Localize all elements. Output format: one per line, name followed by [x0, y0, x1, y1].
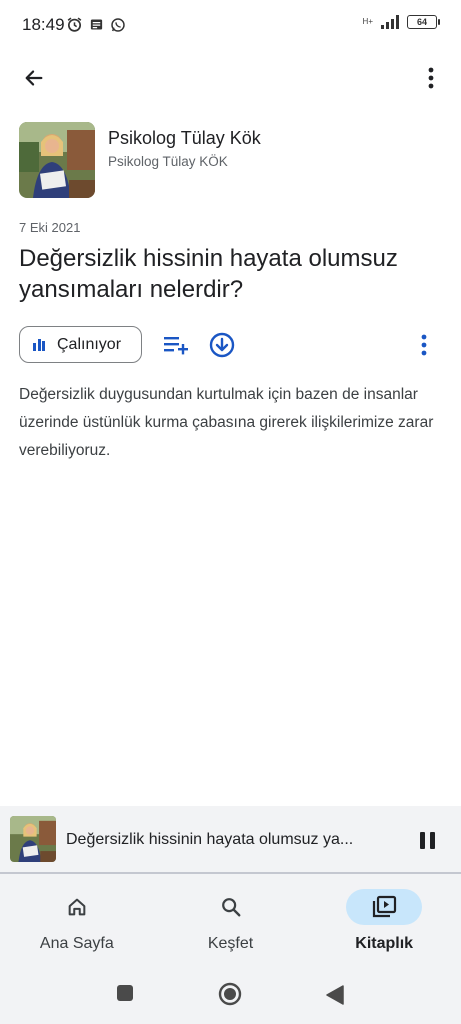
podcast-artwork: [19, 122, 95, 198]
nav-library[interactable]: Kitaplık: [307, 874, 461, 964]
more-options-button[interactable]: [415, 62, 447, 94]
episode-actions: Çalınıyor: [19, 326, 442, 364]
more-vert-icon: [428, 67, 434, 89]
square-icon: [117, 985, 133, 1001]
now-playing-label: Çalınıyor: [57, 335, 122, 353]
status-bar: 18:49 H+ 64: [0, 0, 461, 52]
podcast-title: Psikolog Tülay Kök: [108, 128, 261, 148]
nav-home[interactable]: Ana Sayfa: [0, 874, 154, 964]
system-navigation-bar: [0, 964, 461, 1024]
playlist-add-icon: [164, 337, 188, 355]
mini-player-artwork: [10, 816, 56, 862]
podcast-header[interactable]: Psikolog Tülay Kök Psikolog Tülay KÖK: [19, 122, 442, 200]
library-icon: [373, 895, 397, 918]
home-icon: [68, 898, 86, 916]
whatsapp-icon: [111, 17, 125, 32]
now-playing-button[interactable]: Çalınıyor: [19, 326, 142, 363]
status-system-icons: H+ 64: [362, 15, 440, 29]
equalizer-icon: [33, 338, 45, 351]
network-type-label: H+: [362, 17, 373, 26]
add-to-queue-button[interactable]: [162, 331, 190, 359]
nav-explore[interactable]: Keşfet: [154, 874, 308, 964]
recents-button[interactable]: [116, 984, 134, 1007]
status-notification-icons: [66, 16, 126, 33]
app-bar: [0, 52, 461, 104]
home-system-button[interactable]: [218, 982, 242, 1011]
battery-icon: 64: [407, 15, 440, 29]
alarm-icon: [67, 17, 82, 32]
arrow-back-icon: [25, 70, 43, 86]
back-button[interactable]: [18, 62, 50, 94]
back-system-button[interactable]: [326, 985, 344, 1010]
download-button[interactable]: [208, 331, 236, 359]
mini-player[interactable]: Değersizlik hissinin hayata olumsuz ya..…: [0, 806, 461, 874]
nav-explore-label: Keşfet: [207, 935, 254, 952]
mini-player-title: Değersizlik hissinin hayata olumsuz ya..…: [66, 831, 354, 848]
pause-button[interactable]: [415, 828, 439, 852]
nav-home-label: Ana Sayfa: [39, 935, 114, 952]
status-time: 18:49: [22, 15, 65, 34]
triangle-back-icon: [326, 985, 344, 1005]
bottom-navigation: Ana Sayfa Keşfet Kitaplık: [0, 874, 461, 964]
search-icon: [221, 898, 240, 917]
more-vert-icon: [421, 334, 427, 356]
signal-icon: [381, 15, 399, 29]
nav-library-label: Kitaplık: [355, 935, 414, 952]
episode-title: Değersizlik hissinin hayata olumsuz yans…: [19, 245, 398, 303]
circle-icon: [218, 982, 242, 1006]
episode-date: 7 Eki 2021: [19, 220, 81, 235]
news-icon: [90, 19, 103, 30]
pause-icon: [419, 831, 425, 849]
podcast-author: Psikolog Tülay KÖK: [108, 154, 228, 169]
episode-more-button[interactable]: [410, 331, 438, 359]
download-icon: [209, 332, 235, 358]
episode-description: Değersizlik duygusundan kurtulmak için b…: [19, 386, 434, 459]
